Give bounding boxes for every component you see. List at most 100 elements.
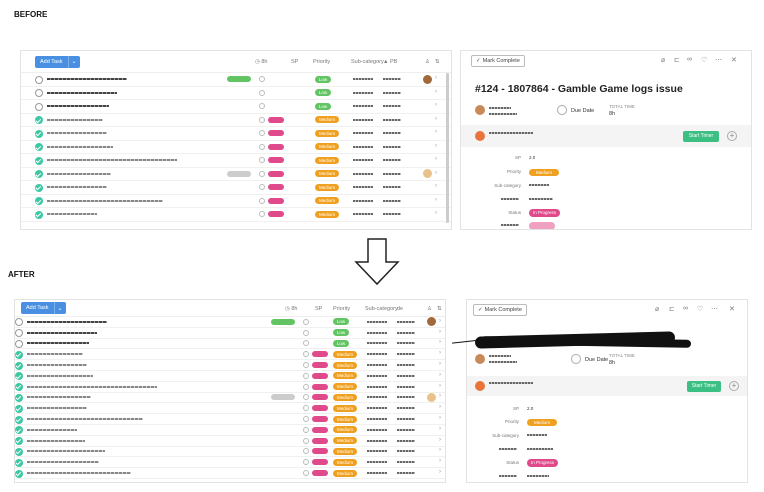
timer-icon[interactable] xyxy=(259,157,265,164)
mark-complete-button[interactable]: ✓ Mark Complete xyxy=(473,304,527,316)
task-name[interactable] xyxy=(47,145,113,148)
complete-checkbox[interactable] xyxy=(15,426,23,435)
subcategory-cell[interactable] xyxy=(353,91,373,94)
link-icon[interactable]: ∞ xyxy=(683,305,688,312)
complete-checkbox[interactable] xyxy=(15,372,23,381)
chevron-right-icon[interactable]: › xyxy=(435,89,437,95)
priority-badge[interactable]: Medium xyxy=(333,437,357,445)
table-row[interactable]: Low › xyxy=(21,87,451,100)
task-tag[interactable] xyxy=(271,318,295,325)
subcategory-cell[interactable] xyxy=(367,353,387,356)
chevron-right-icon[interactable]: › xyxy=(435,156,437,162)
calendar-icon[interactable] xyxy=(571,354,581,364)
time-pill[interactable] xyxy=(312,394,328,401)
complete-checkbox[interactable] xyxy=(35,210,43,219)
sort-icon[interactable]: ⇅ xyxy=(435,51,440,73)
subcategory-cell[interactable] xyxy=(367,450,387,453)
task-name[interactable] xyxy=(47,186,107,189)
time-pill[interactable] xyxy=(268,211,284,218)
chevron-right-icon[interactable]: › xyxy=(439,469,441,475)
table-row[interactable]: Medium › xyxy=(15,371,445,382)
priority-badge[interactable]: Medium xyxy=(333,469,357,477)
task-name[interactable] xyxy=(47,213,97,216)
close-icon[interactable]: ✕ xyxy=(731,56,737,64)
add-time-button[interactable]: + xyxy=(727,131,737,141)
avatar[interactable] xyxy=(427,392,436,402)
priority-badge[interactable]: Low xyxy=(333,329,349,337)
timer-icon[interactable] xyxy=(303,383,309,390)
task-name[interactable] xyxy=(27,428,77,431)
add-time-button[interactable]: + xyxy=(729,381,739,391)
priority-value[interactable]: Medium xyxy=(529,168,559,176)
extra-cell[interactable] xyxy=(383,78,401,81)
timer-icon[interactable] xyxy=(303,405,309,412)
task-name[interactable] xyxy=(27,374,93,377)
priority-badge[interactable]: Medium xyxy=(315,183,339,191)
extra-cell[interactable] xyxy=(383,186,401,189)
avatar[interactable] xyxy=(423,169,432,179)
chevron-right-icon[interactable]: › xyxy=(435,129,437,135)
priority-badge[interactable]: Medium xyxy=(315,210,339,218)
table-row[interactable]: Medium › xyxy=(21,154,451,168)
task-name[interactable] xyxy=(27,320,107,323)
complete-checkbox[interactable] xyxy=(15,318,23,327)
extra-cell[interactable] xyxy=(397,450,415,453)
extra-cell[interactable] xyxy=(383,118,401,121)
timer-icon[interactable] xyxy=(303,372,309,379)
time-pill[interactable] xyxy=(268,197,284,204)
task-name[interactable] xyxy=(47,199,163,202)
complete-checkbox[interactable] xyxy=(15,339,23,348)
extra-cell[interactable] xyxy=(397,461,415,464)
col-extra[interactable]: de xyxy=(397,300,403,317)
complete-checkbox[interactable] xyxy=(15,329,23,338)
priority-badge[interactable]: Medium xyxy=(333,426,357,434)
extra-cell[interactable] xyxy=(397,439,415,442)
subcategory-cell[interactable] xyxy=(353,132,373,135)
priority-badge[interactable]: Low xyxy=(315,89,331,97)
chevron-right-icon[interactable]: › xyxy=(439,415,441,421)
table-row[interactable]: Low › xyxy=(15,328,445,339)
time-pill[interactable] xyxy=(268,143,284,150)
extra-cell[interactable] xyxy=(397,396,415,399)
priority-badge[interactable]: Medium xyxy=(315,116,339,124)
task-tag[interactable] xyxy=(271,394,295,401)
priority-value[interactable]: Medium xyxy=(527,418,557,426)
table-row[interactable]: Medium › xyxy=(21,168,451,181)
priority-badge[interactable]: Medium xyxy=(333,458,357,466)
timer-icon[interactable] xyxy=(303,329,309,336)
timer-icon[interactable] xyxy=(259,89,265,96)
chevron-right-icon[interactable]: › xyxy=(435,170,437,176)
sp-value[interactable]: 2.0 xyxy=(527,406,533,411)
extra-cell[interactable] xyxy=(397,407,415,410)
time-pill[interactable] xyxy=(268,170,284,177)
chevron-right-icon[interactable]: › xyxy=(435,116,437,122)
subcategory-cell[interactable] xyxy=(353,186,373,189)
chevron-right-icon[interactable]: › xyxy=(439,361,441,367)
table-row[interactable]: Medium › xyxy=(15,468,445,479)
chevron-right-icon[interactable]: › xyxy=(435,143,437,149)
chevron-right-icon[interactable]: › xyxy=(439,350,441,356)
extra-cell[interactable] xyxy=(397,342,415,345)
priority-badge[interactable]: Low xyxy=(333,318,349,326)
more-icon[interactable]: ⋯ xyxy=(715,56,722,64)
subcategory-cell[interactable] xyxy=(367,374,387,377)
time-pill[interactable] xyxy=(312,383,328,390)
time-pill[interactable] xyxy=(312,437,328,444)
subcategory-cell[interactable] xyxy=(353,105,373,108)
col-extra[interactable]: ▲ PB xyxy=(383,51,397,73)
subcategory-cell[interactable] xyxy=(353,172,373,175)
complete-checkbox[interactable] xyxy=(15,350,23,359)
complete-checkbox[interactable] xyxy=(15,393,23,402)
timer-icon[interactable] xyxy=(303,437,309,444)
table-row[interactable]: Medium › xyxy=(15,457,445,469)
extra-cell[interactable] xyxy=(397,364,415,367)
extra-cell[interactable] xyxy=(383,172,401,175)
chevron-right-icon[interactable]: › xyxy=(439,426,441,432)
table-row[interactable]: Low › xyxy=(21,73,451,87)
subcategory-cell[interactable] xyxy=(353,213,373,216)
extra-cell[interactable] xyxy=(383,105,401,108)
timer-icon[interactable] xyxy=(303,351,309,358)
subcategory-cell[interactable] xyxy=(353,78,373,81)
table-row[interactable]: Medium › xyxy=(21,114,451,127)
priority-badge[interactable]: Low xyxy=(333,339,349,347)
